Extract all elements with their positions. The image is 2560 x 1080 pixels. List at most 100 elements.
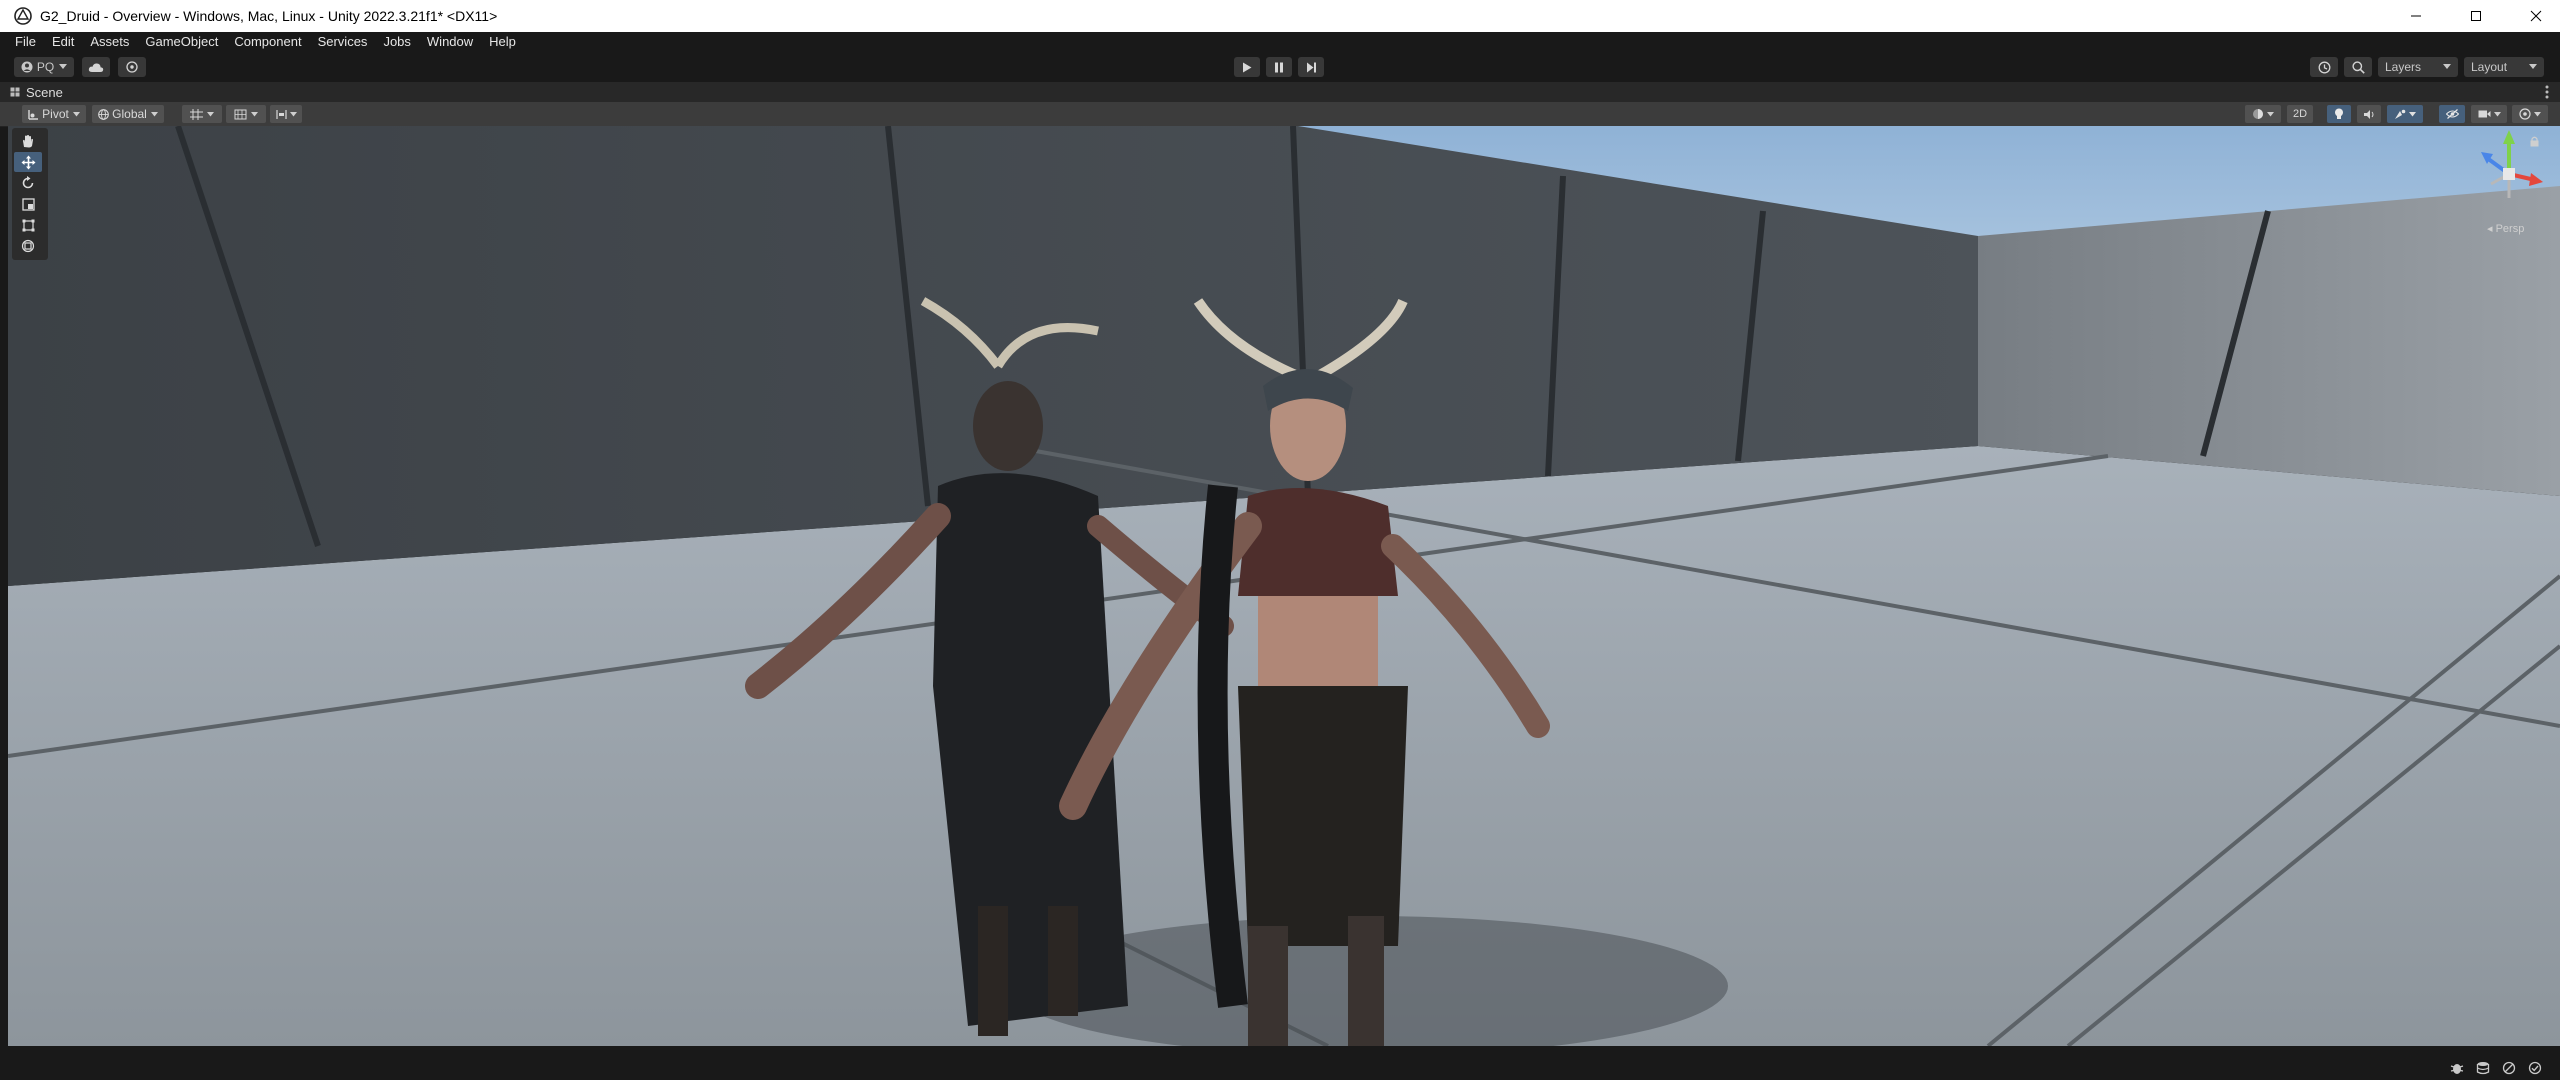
camera-settings-dropdown[interactable]	[2471, 105, 2507, 123]
minimize-button[interactable]	[2392, 0, 2440, 32]
hand-icon	[23, 135, 33, 148]
menu-window[interactable]: Window	[419, 32, 481, 52]
effects-icon	[2395, 109, 2406, 119]
pause-button[interactable]	[1266, 57, 1292, 77]
layers-dropdown[interactable]: Layers	[2378, 57, 2458, 77]
menu-services[interactable]: Services	[310, 32, 376, 52]
chevron-down-icon	[2409, 111, 2416, 116]
menu-help[interactable]: Help	[481, 32, 524, 52]
close-window-button[interactable]	[2512, 0, 2560, 32]
tab-scene-label: Scene	[26, 84, 63, 100]
cache-stack-icon[interactable]	[2476, 1061, 2490, 1075]
chevron-down-icon	[207, 111, 214, 116]
chevron-down-icon	[2534, 111, 2541, 116]
pivot-dropdown[interactable]: Pivot	[22, 105, 86, 123]
grid-snapping-dropdown[interactable]	[182, 105, 222, 123]
menu-file[interactable]: File	[0, 32, 44, 52]
chevron-down-icon	[2529, 64, 2537, 69]
camera-icon	[2478, 110, 2490, 118]
pivot-icon	[28, 109, 39, 120]
history-icon	[2318, 61, 2330, 73]
projection-label[interactable]: ◂ Persp	[2487, 222, 2524, 235]
chevron-down-icon	[2493, 111, 2501, 116]
pivot-label: Pivot	[42, 107, 69, 121]
global-label: Global	[112, 107, 147, 121]
toggle-2d-button[interactable]: 2D	[2287, 105, 2313, 123]
scene-tab-row: Scene	[0, 82, 2560, 102]
window-titlebar: G2_Druid - Overview - Windows, Mac, Linu…	[0, 0, 2560, 32]
gizmos-dropdown[interactable]	[2512, 105, 2548, 123]
shading-icon	[2253, 109, 2263, 119]
tab-scene[interactable]: Scene	[10, 82, 63, 102]
right-wall	[1978, 186, 2560, 496]
chevron-down-icon	[2443, 64, 2451, 69]
minimize-icon	[2411, 15, 2421, 17]
eye-hidden-icon	[2445, 109, 2459, 119]
increment-snap-dropdown[interactable]	[226, 105, 266, 123]
menu-jobs[interactable]: Jobs	[375, 32, 418, 52]
rotate-icon	[22, 176, 34, 189]
collab-button[interactable]	[118, 57, 146, 77]
account-icon	[21, 61, 33, 73]
audio-toggle[interactable]	[2357, 105, 2381, 123]
chevron-down-icon	[59, 64, 68, 69]
menu-assets[interactable]: Assets	[82, 32, 137, 52]
menu-edit[interactable]: Edit	[44, 32, 82, 52]
search-icon	[2351, 60, 2365, 74]
cloud-button[interactable]	[82, 57, 110, 77]
lighting-toggle[interactable]	[2327, 105, 2351, 123]
transform-tool-strip	[12, 128, 48, 260]
lock-icon[interactable]	[2530, 136, 2539, 147]
debug-bug-icon[interactable]	[2450, 1061, 2464, 1075]
account-label: PQ	[36, 60, 55, 74]
menu-bar: File Edit Assets GameObject Component Se…	[0, 32, 2560, 52]
align-dropdown[interactable]	[270, 105, 302, 123]
rect-tool-icon	[22, 219, 34, 231]
close-icon	[2530, 10, 2542, 22]
chevron-down-icon	[72, 111, 80, 116]
step-button[interactable]	[1298, 57, 1324, 77]
progress-icon[interactable]	[2502, 1061, 2516, 1075]
chevron-down-icon	[289, 111, 297, 116]
menu-component[interactable]: Component	[226, 32, 309, 52]
snap-increment-icon	[234, 109, 247, 119]
play-button[interactable]	[1234, 57, 1260, 77]
tool-rect[interactable]	[14, 215, 42, 235]
tool-move[interactable]	[14, 152, 42, 172]
global-dropdown[interactable]: Global	[92, 105, 164, 123]
draw-mode-dropdown[interactable]	[2245, 105, 2281, 123]
layout-label: Layout	[2471, 60, 2508, 74]
tool-scale[interactable]	[14, 194, 42, 214]
menu-gameobject[interactable]: GameObject	[137, 32, 226, 52]
unity-logo-icon	[14, 7, 32, 25]
chevron-down-icon	[251, 111, 258, 116]
tool-transform[interactable]	[14, 236, 42, 256]
effects-dropdown[interactable]	[2387, 105, 2423, 123]
main-toolbar: PQ Layers Layout	[0, 52, 2560, 82]
window-title: G2_Druid - Overview - Windows, Mac, Linu…	[40, 8, 498, 24]
undo-history-button[interactable]	[2310, 57, 2338, 77]
play-icon	[1243, 62, 1252, 72]
orientation-gizmo[interactable]: ◂ Persp	[2465, 128, 2545, 235]
tool-hand[interactable]	[14, 131, 42, 151]
step-icon	[1306, 62, 1316, 72]
checkmark-circle-icon[interactable]	[2528, 1061, 2542, 1075]
transform-icon	[21, 239, 35, 253]
layout-dropdown[interactable]: Layout	[2464, 57, 2544, 77]
maximize-button[interactable]	[2452, 0, 2500, 32]
audio-icon	[2364, 109, 2374, 119]
tool-rotate[interactable]	[14, 173, 42, 193]
more-options-icon[interactable]	[2545, 85, 2549, 99]
scene-toolbar: Pivot Global 2D	[0, 102, 2560, 127]
account-dropdown[interactable]: PQ	[14, 57, 74, 77]
hidden-objects-toggle[interactable]	[2439, 105, 2465, 123]
layers-label: Layers	[2385, 60, 2422, 74]
pause-icon	[1275, 62, 1283, 72]
search-button[interactable]	[2344, 57, 2372, 77]
scale-icon	[21, 197, 35, 211]
projection-arrow-icon: ◂	[2487, 223, 2496, 235]
scene-grid-icon	[10, 87, 20, 97]
scene-render	[8, 126, 2560, 1046]
cloud-icon	[88, 62, 104, 72]
scene-viewport[interactable]	[8, 126, 2560, 1046]
